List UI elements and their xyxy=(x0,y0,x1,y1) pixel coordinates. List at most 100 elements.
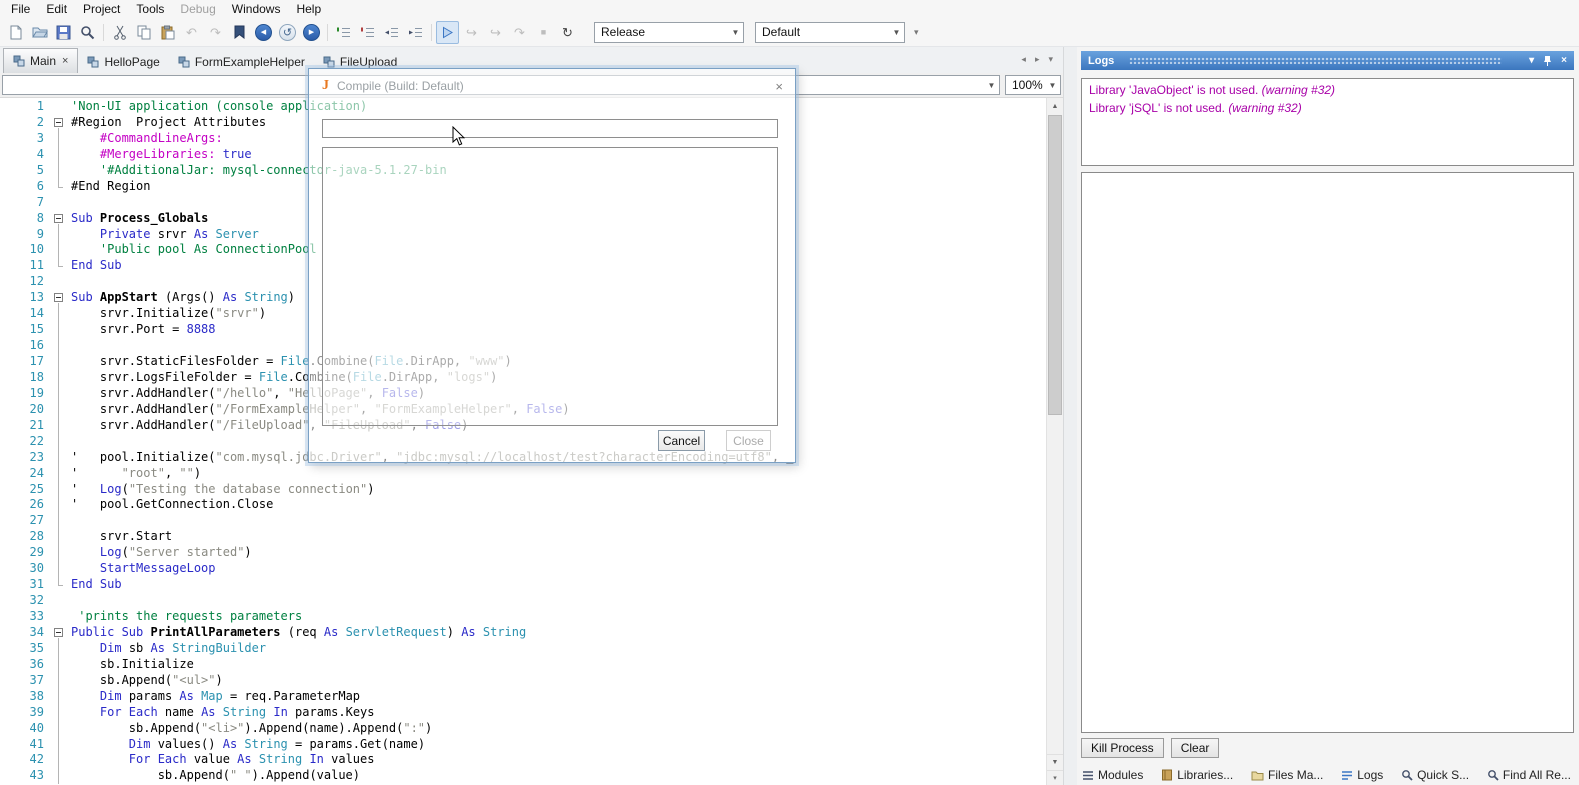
code-line[interactable]: 29 Log("Server started") xyxy=(10,545,1046,561)
code-line[interactable]: 24' "root", "") xyxy=(10,466,1046,482)
toolbar-options-icon[interactable]: ▾ xyxy=(914,30,919,35)
code-line[interactable]: 25' Log("Testing the database connection… xyxy=(10,482,1046,498)
menu-item-file[interactable]: File xyxy=(3,1,38,17)
code-line[interactable]: 40 sb.Append("<li>").Append(name).Append… xyxy=(10,721,1046,737)
bookmark-icon[interactable] xyxy=(228,21,251,44)
logs-panel-header[interactable]: Logs ▾ × xyxy=(1081,51,1574,70)
collapse-icon[interactable] xyxy=(54,628,63,637)
tool-tab-logs[interactable]: Logs xyxy=(1341,768,1383,782)
outdent-icon[interactable] xyxy=(380,21,403,44)
tool-tab-files-ma[interactable]: Files Ma... xyxy=(1251,768,1323,782)
code-line[interactable]: 35 Dim sb As StringBuilder xyxy=(10,641,1046,657)
compile-dialog-titlebar[interactable]: J Compile (Build: Default) × xyxy=(309,69,795,94)
code-line[interactable]: 39 For Each name As String In params.Key… xyxy=(10,705,1046,721)
cancel-button[interactable]: Cancel xyxy=(658,430,705,451)
stop-icon[interactable]: ■ xyxy=(532,21,555,44)
line-number: 9 xyxy=(10,227,52,243)
save-icon[interactable] xyxy=(52,21,75,44)
navigate-forward-icon[interactable]: ▶ xyxy=(300,21,323,44)
collapse-icon[interactable] xyxy=(54,293,63,302)
navigate-history-icon[interactable]: ↺ xyxy=(276,21,299,44)
code-line[interactable]: 37 sb.Append("<ul>") xyxy=(10,673,1046,689)
code-line[interactable]: 42 For Each value As String In values xyxy=(10,752,1046,768)
code-line[interactable]: 43 sb.Append(" ").Append(value) xyxy=(10,768,1046,784)
code-line[interactable]: 41 Dim values() As String = params.Get(n… xyxy=(10,737,1046,753)
code-line[interactable]: 33 'prints the requests parameters xyxy=(10,609,1046,625)
step-into-icon[interactable]: ↪ xyxy=(484,21,507,44)
tab-main[interactable]: Main× xyxy=(3,48,78,73)
close-icon[interactable]: × xyxy=(775,79,783,94)
fold-gutter xyxy=(52,370,68,386)
fold-gutter[interactable] xyxy=(52,625,68,641)
build-profile-select[interactable]: Default ▼ xyxy=(755,22,905,43)
redo-icon[interactable]: ↷ xyxy=(204,21,227,44)
line-number: 14 xyxy=(10,306,52,322)
find-icon[interactable] xyxy=(76,21,99,44)
toolbar-separator xyxy=(327,24,328,41)
menu-item-edit[interactable]: Edit xyxy=(38,1,75,17)
editor-vertical-scrollbar[interactable]: ▲ ▼ ▾ xyxy=(1046,98,1063,785)
code-line[interactable]: 27 xyxy=(10,513,1046,529)
code-line[interactable]: 28 srvr.Start xyxy=(10,529,1046,545)
compiler-warnings-box: Library 'JavaObject' is not used. (warni… xyxy=(1081,78,1574,166)
cut-icon[interactable] xyxy=(108,21,131,44)
tool-tab-find-all-re[interactable]: Find All Re... xyxy=(1487,768,1571,782)
code-line[interactable]: 34Public Sub PrintAllParameters (req As … xyxy=(10,625,1046,641)
new-module-icon[interactable] xyxy=(4,21,27,44)
indent-icon[interactable] xyxy=(404,21,427,44)
menu-item-tools[interactable]: Tools xyxy=(128,1,172,17)
tab-scroll-right-icon[interactable]: ▸ xyxy=(1035,54,1040,65)
fold-gutter xyxy=(52,466,68,482)
paste-icon[interactable] xyxy=(156,21,179,44)
fold-gutter xyxy=(52,195,68,211)
panel-splitter[interactable] xyxy=(1063,47,1077,785)
collapse-icon[interactable] xyxy=(54,214,63,223)
open-project-icon[interactable] xyxy=(28,21,51,44)
zoom-select[interactable]: 100% ▼ xyxy=(1005,75,1061,95)
tab-hellopage[interactable]: HelloPage xyxy=(78,50,168,73)
tool-tab-quick-s[interactable]: Quick S... xyxy=(1401,768,1469,782)
tab-formexamplehelper[interactable]: FormExampleHelper xyxy=(169,50,314,73)
navigate-back-icon[interactable]: ◀ xyxy=(252,21,275,44)
scroll-up-icon[interactable]: ▲ xyxy=(1047,98,1063,114)
resume-icon[interactable]: ↷ xyxy=(508,21,531,44)
fold-gutter[interactable] xyxy=(52,290,68,306)
pin-icon[interactable] xyxy=(1543,55,1552,66)
tool-tab-libraries[interactable]: Libraries... xyxy=(1161,768,1233,782)
scrollbar-thumb[interactable] xyxy=(1048,115,1062,415)
panel-menu-icon[interactable]: ▾ xyxy=(1529,55,1534,66)
fold-gutter[interactable] xyxy=(52,211,68,227)
menu-item-debug[interactable]: Debug xyxy=(172,1,223,17)
code-line[interactable]: 36 sb.Initialize xyxy=(10,657,1046,673)
step-over-icon[interactable]: ↪ xyxy=(460,21,483,44)
tab-scroll-left-icon[interactable]: ◂ xyxy=(1021,54,1026,65)
menu-item-windows[interactable]: Windows xyxy=(224,1,289,17)
menu-item-help[interactable]: Help xyxy=(288,1,329,17)
close-button[interactable]: Close xyxy=(726,430,771,451)
code-line[interactable]: 31End Sub xyxy=(10,577,1046,593)
uncomment-icon[interactable] xyxy=(356,21,379,44)
code-line[interactable]: 26' pool.GetConnection.Close xyxy=(10,497,1046,513)
build-configuration-select[interactable]: Release ▼ xyxy=(594,22,744,43)
undo-icon[interactable]: ↶ xyxy=(180,21,203,44)
menu-item-project[interactable]: Project xyxy=(75,1,128,17)
panel-close-icon[interactable]: × xyxy=(1561,55,1567,66)
scroll-down-icon[interactable]: ▼ xyxy=(1047,754,1063,770)
rebuild-icon[interactable]: ↻ xyxy=(556,21,579,44)
tool-tab-modules[interactable]: Modules xyxy=(1082,768,1143,782)
comment-icon[interactable] xyxy=(332,21,355,44)
kill-process-button[interactable]: Kill Process xyxy=(1081,738,1164,758)
copy-icon[interactable] xyxy=(132,21,155,44)
code-line[interactable]: 30 StartMessageLoop xyxy=(10,561,1046,577)
run-icon[interactable] xyxy=(436,21,459,44)
fold-gutter[interactable] xyxy=(52,115,68,131)
tab-close-icon[interactable]: × xyxy=(62,55,68,67)
scroll-extra-icon[interactable]: ▾ xyxy=(1047,770,1063,785)
module-icon xyxy=(323,56,335,68)
code-line[interactable]: 38 Dim params As Map = req.ParameterMap xyxy=(10,689,1046,705)
tab-list-icon[interactable]: ▾ xyxy=(1048,54,1053,65)
code-line[interactable]: 32 xyxy=(10,593,1046,609)
compile-dialog: J Compile (Build: Default) × Cancel Clos… xyxy=(308,68,796,463)
clear-button[interactable]: Clear xyxy=(1171,738,1220,758)
collapse-icon[interactable] xyxy=(54,118,63,127)
